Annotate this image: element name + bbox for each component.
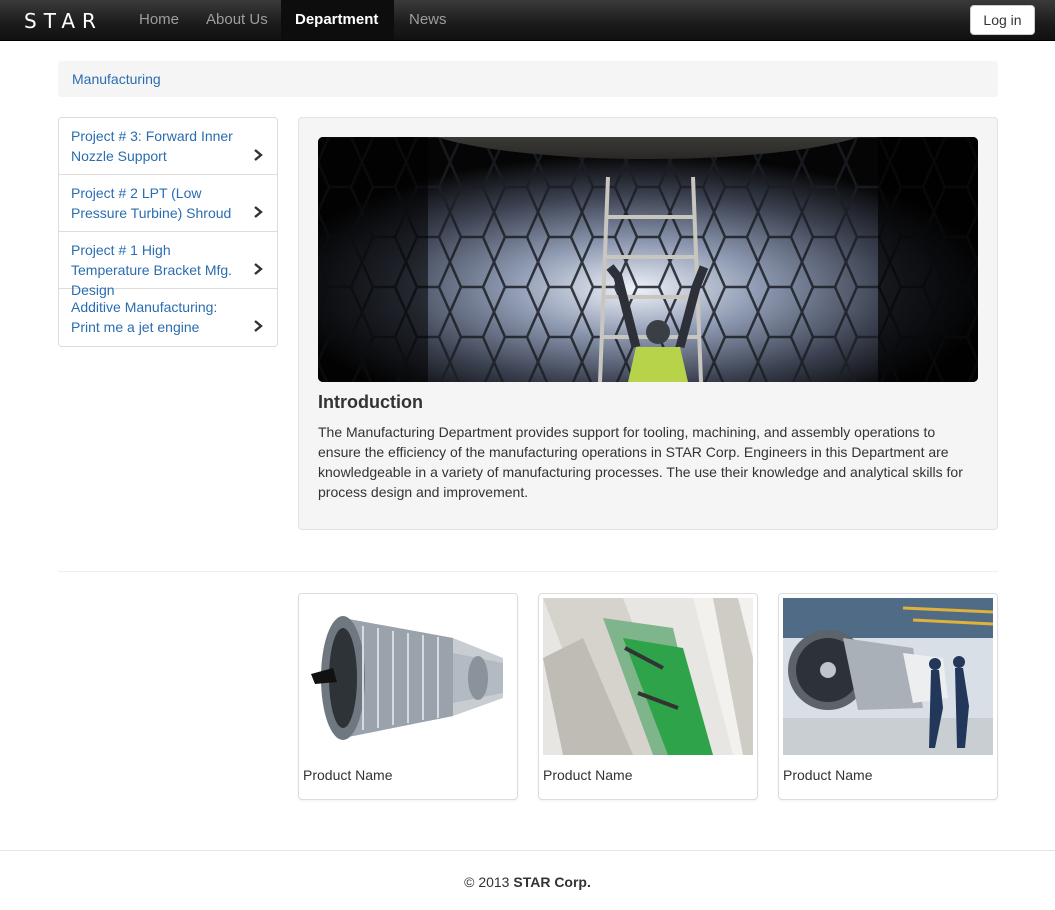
nav-department-dropdown[interactable]: Department xyxy=(281,0,394,62)
product-card[interactable]: Product Name xyxy=(538,593,758,800)
chevron-right-icon xyxy=(254,320,263,332)
breadcrumb-link-manufacturing[interactable]: Manufacturing xyxy=(72,71,161,87)
product-card[interactable]: Product Name xyxy=(778,593,998,800)
product-image-engine-hangar xyxy=(783,598,993,755)
product-name: Product Name xyxy=(543,767,633,783)
login-button[interactable]: Log in xyxy=(970,5,1035,35)
product-name: Product Name xyxy=(303,767,393,783)
product-card[interactable]: Product Name xyxy=(298,593,518,800)
nav-news[interactable]: News xyxy=(395,0,461,40)
sidebar-item-project-1[interactable]: Project # 1 High Temperature Bracket Mfg… xyxy=(59,232,277,298)
section-divider xyxy=(58,571,998,572)
sidebar-item-additive-manufacturing[interactable]: Additive Manufacturing: Print me a jet e… xyxy=(59,289,277,346)
product-image-graphic xyxy=(543,598,753,755)
chevron-right-icon xyxy=(254,206,263,218)
product-image-graphic xyxy=(783,598,993,755)
project-sidebar: Project # 3: Forward Inner Nozzle Suppor… xyxy=(58,117,278,347)
sidebar-item-project-3[interactable]: Project # 3: Forward Inner Nozzle Suppor… xyxy=(59,118,277,175)
footer-company: STAR Corp. xyxy=(513,874,591,890)
sidebar-item-project-2[interactable]: Project # 2 LPT (Low Pressure Turbine) S… xyxy=(59,175,277,232)
product-name: Product Name xyxy=(783,767,873,783)
chevron-right-icon xyxy=(254,263,263,275)
footer-copyright: © 2013 xyxy=(464,874,514,890)
footer-divider xyxy=(0,850,1055,851)
intro-panel: Introduction The Manufacturing Departmen… xyxy=(298,117,998,530)
hero-image-graphic xyxy=(318,137,978,382)
nav-home[interactable]: Home xyxy=(125,0,193,40)
nav-about-us[interactable]: About Us xyxy=(192,0,282,40)
sidebar-item-label: Project # 3: Forward Inner Nozzle Suppor… xyxy=(71,128,233,164)
hero-image-hexagon-mirror xyxy=(318,137,978,382)
intro-heading: Introduction xyxy=(318,392,423,412)
top-navbar: STAR Home About Us Department News Log i… xyxy=(0,0,1055,62)
intro-paragraph: The Manufacturing Department provides su… xyxy=(318,424,963,500)
product-image-jet-engine-cutaway xyxy=(303,598,513,755)
sidebar-item-label: Project # 2 LPT (Low Pressure Turbine) S… xyxy=(71,185,232,221)
sidebar-item-label: Additive Manufacturing: Print me a jet e… xyxy=(71,299,218,335)
chevron-right-icon xyxy=(254,149,263,161)
brand-logo[interactable]: STAR xyxy=(24,9,103,33)
product-image-graphic xyxy=(303,598,513,755)
footer: © 2013 STAR Corp. xyxy=(0,874,1055,890)
nav-department-label: Department xyxy=(295,11,379,28)
product-image-turbine-blades xyxy=(543,598,753,755)
breadcrumb: Manufacturing xyxy=(58,61,998,97)
